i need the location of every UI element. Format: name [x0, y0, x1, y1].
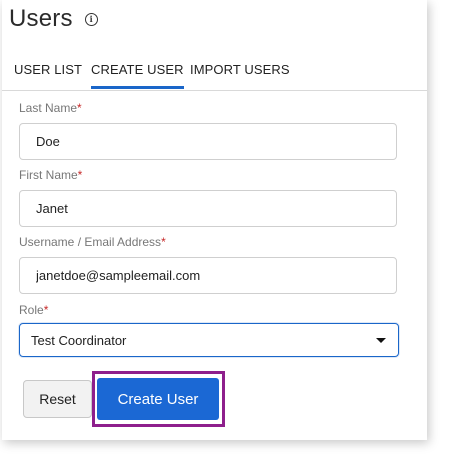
role-selected-value: Test Coordinator [31, 332, 127, 348]
create-user-panel: Users i USER LIST CREATE USER IMPORT USE… [2, 0, 427, 440]
first-name-field[interactable] [19, 190, 397, 227]
last-name-field[interactable] [19, 123, 397, 160]
last-name-label: Last Name* [19, 101, 82, 115]
chevron-down-icon[interactable] [376, 338, 386, 343]
required-marker: * [77, 101, 82, 115]
first-name-label: First Name* [19, 168, 82, 182]
username-label: Username / Email Address* [19, 235, 166, 249]
tab-user-list[interactable]: USER LIST [14, 62, 82, 86]
required-marker: * [77, 168, 83, 182]
first-name-label-text: First Name [19, 168, 78, 182]
required-marker: * [43, 303, 49, 317]
tab-import-users[interactable]: IMPORT USERS [190, 62, 290, 86]
page-title: Users [9, 5, 73, 32]
role-label-text: Role [19, 303, 44, 317]
header: Users i [9, 2, 98, 36]
reset-button[interactable]: Reset [23, 380, 92, 418]
info-circle-icon[interactable]: i [84, 12, 98, 26]
username-label-text: Username / Email Address [19, 235, 162, 249]
tab-create-user[interactable]: CREATE USER [91, 62, 184, 89]
tab-bar: USER LIST CREATE USER IMPORT USERS [2, 54, 427, 91]
last-name-label-text: Last Name [19, 101, 78, 115]
required-marker: * [161, 235, 166, 249]
create-user-button[interactable]: Create User [97, 378, 219, 420]
role-select[interactable]: Test Coordinator [19, 323, 399, 357]
role-label: Role* [19, 303, 48, 317]
username-email-field[interactable] [19, 257, 397, 294]
